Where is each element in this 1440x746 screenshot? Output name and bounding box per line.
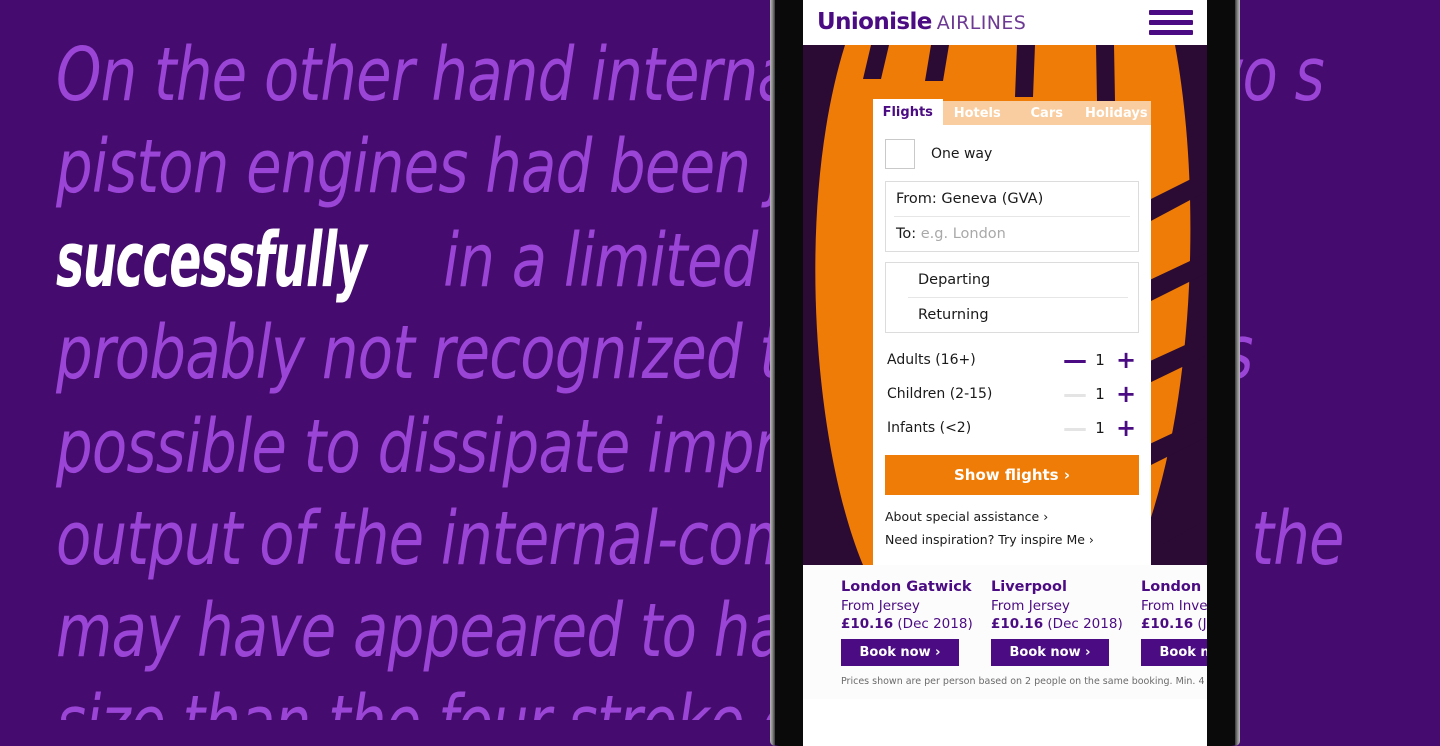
one-way-checkbox[interactable] [885,139,915,169]
infants-count: 1 [1095,419,1105,437]
deal-price: £10.16 [841,616,894,632]
tab-flights[interactable]: Flights [873,99,943,125]
decrement-adults-button[interactable]: — [1063,348,1087,372]
decrement-infants-button[interactable]: — [1063,416,1087,440]
booking-tabs: Flights Hotels Cars Holidays [873,97,1151,125]
decrement-children-button[interactable]: — [1063,382,1087,406]
passenger-row-children: Children (2-15) — 1 + [885,377,1139,411]
deal-price-row: £10.16 (Jan 2019) [1141,616,1207,632]
hero-banner: Flights Hotels Cars Holidays One way Fro… [803,45,1207,565]
deal-period: (Dec 2018) [1047,616,1123,632]
special-assistance-link[interactable]: About special assistance › [885,505,1139,528]
inspire-me-link[interactable]: Need inspiration? Try inspire Me › [885,528,1139,551]
brand-suffix: AIRLINES [936,12,1027,34]
one-way-row: One way [885,139,1139,169]
book-now-button[interactable]: Book now › [991,639,1109,666]
brand-name: Unionisle [817,9,932,35]
from-label: From: [896,191,937,207]
deal-origin: From Jersey [991,598,1070,614]
hamburger-menu-icon[interactable] [1149,7,1193,38]
passenger-row-infants: Infants (<2) — 1 + [885,411,1139,445]
passenger-label: Adults (16+) [887,352,976,368]
one-way-label: One way [931,146,993,162]
to-label: To: [896,226,917,242]
tab-hotels[interactable]: Hotels [942,101,1012,125]
deals-track: London Gatwick From Jersey £10.16 (Dec 2… [803,579,1207,666]
phone-bezel-right [1235,0,1240,746]
book-now-button[interactable]: Book now › [841,639,959,666]
deal-destination: London Gatwick [841,579,972,595]
deal-period: (Dec 2018) [897,616,973,632]
deal-card[interactable]: London Gatwick From Jersey £10.16 (Dec 2… [841,579,973,666]
deal-price: £10.16 [1141,616,1194,632]
passenger-label: Infants (<2) [887,420,972,436]
deal-card[interactable]: London Gatwick From Inverness £10.16 (Ja… [1141,579,1207,666]
deal-period: (Jan 2019) [1197,616,1207,632]
deal-origin: From Inverness [1141,598,1207,614]
from-field[interactable]: From: Geneva (GVA) [886,182,1138,216]
specimen-highlight-word: successfully [56,215,367,304]
show-flights-button[interactable]: Show flights › [885,455,1139,495]
brand-logo: Unionisle AIRLINES [817,11,1026,34]
from-value: Geneva (GVA) [941,191,1044,207]
date-field-group: Departing Returning [885,262,1139,333]
phone-screen: BELL ◢ 4:21 PM ❖ 100% Unionisle AIRLINES [803,0,1207,746]
app-header: Unionisle AIRLINES [803,0,1207,45]
increment-infants-button[interactable]: + [1115,416,1137,440]
deal-price: £10.16 [991,616,1044,632]
phone-bezel-left [770,0,775,746]
tab-holidays[interactable]: Holidays [1081,101,1151,125]
to-placeholder: e.g. London [920,226,1006,242]
increment-adults-button[interactable]: + [1115,348,1137,372]
booking-card: Flights Hotels Cars Holidays One way Fro… [873,97,1151,565]
increment-children-button[interactable]: + [1115,382,1137,406]
booking-form: One way From: Geneva (GVA) To: e.g. Lond… [873,125,1151,565]
departing-field[interactable]: Departing [886,263,1138,297]
passenger-label: Children (2-15) [887,386,993,402]
children-count: 1 [1095,385,1105,403]
route-field-group: From: Geneva (GVA) To: e.g. London [885,181,1139,252]
deal-destination: Liverpool [991,579,1067,595]
phone-mockup: BELL ◢ 4:21 PM ❖ 100% Unionisle AIRLINES [770,0,1240,746]
tab-cars[interactable]: Cars [1012,101,1082,125]
deal-price-row: £10.16 (Dec 2018) [841,616,973,632]
deal-destination: London Gatwick [1141,579,1207,595]
to-field[interactable]: To: e.g. London [894,216,1130,251]
adults-count: 1 [1095,351,1105,369]
deals-disclaimer: Prices shown are per person based on 2 p… [841,676,1207,687]
deals-carousel: London Gatwick From Jersey £10.16 (Dec 2… [803,565,1207,699]
returning-field[interactable]: Returning [908,297,1128,332]
deal-card[interactable]: Liverpool From Jersey £10.16 (Dec 2018) … [991,579,1123,666]
passenger-row-adults: Adults (16+) — 1 + [885,343,1139,377]
book-now-button[interactable]: Book now › [1141,639,1207,666]
deal-price-row: £10.16 (Dec 2018) [991,616,1123,632]
deal-origin: From Jersey [841,598,920,614]
